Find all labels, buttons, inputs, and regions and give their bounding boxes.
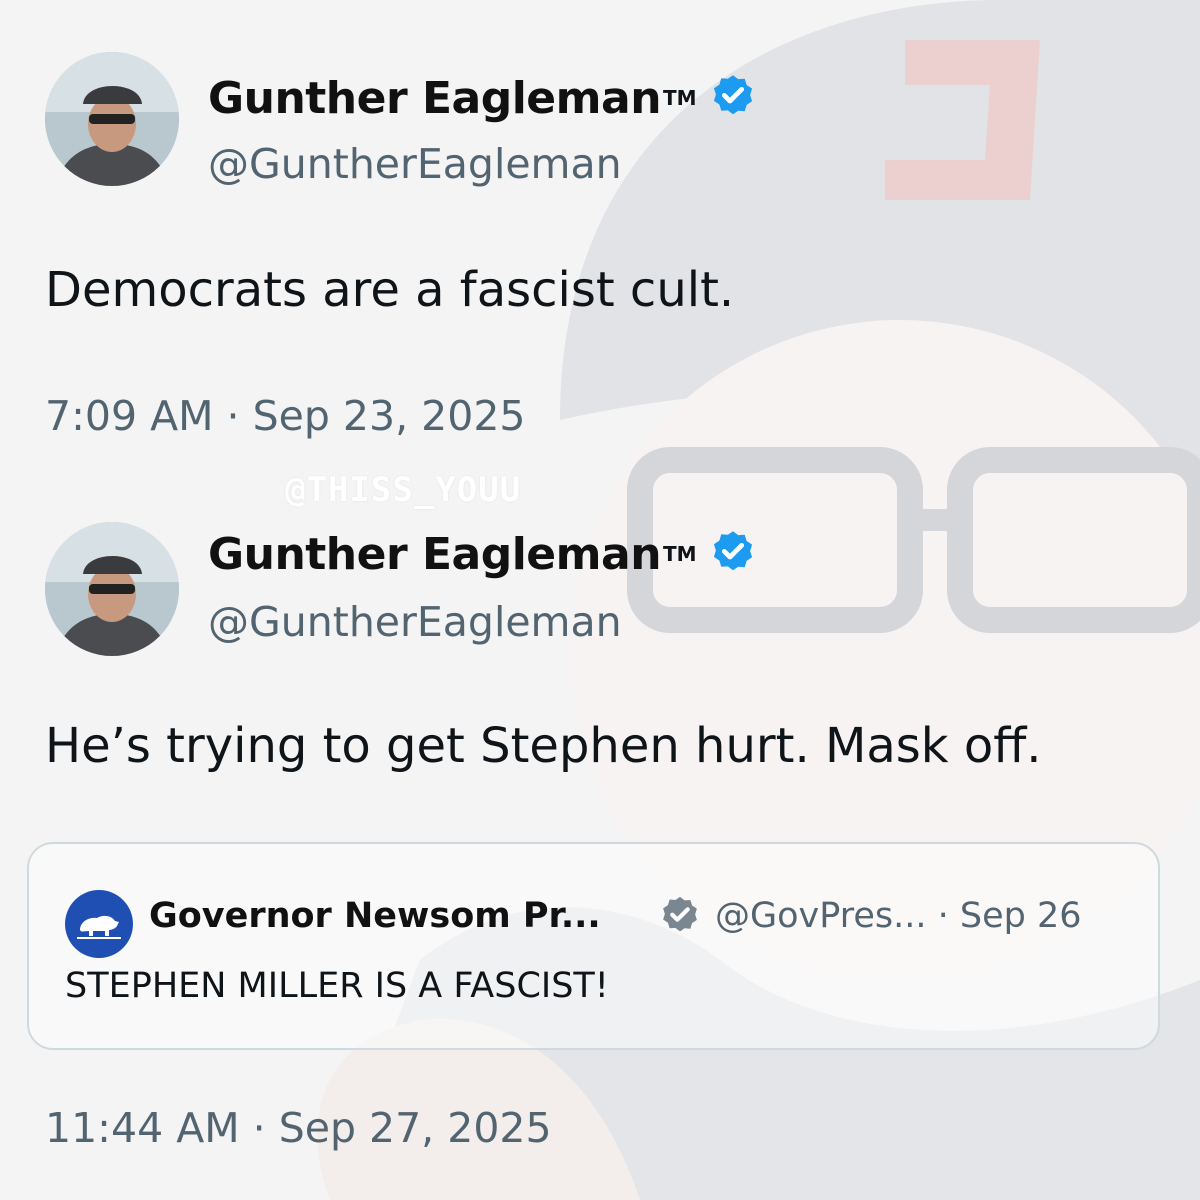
quote-avatar[interactable] <box>65 890 133 958</box>
author-row: Gunther Eagleman TM <box>208 528 759 580</box>
quote-text: STEPHEN MILLER IS A FASCIST! <box>65 966 609 1006</box>
trademark-symbol: TM <box>663 542 697 566</box>
avatar[interactable] <box>45 522 179 656</box>
tweet-timestamp[interactable]: 7:09 AM · Sep 23, 2025 <box>45 392 526 440</box>
author-name[interactable]: Gunther Eagleman <box>208 73 662 124</box>
profile-photo-icon <box>45 52 179 186</box>
tweet-text: He’s trying to get Stephen hurt. Mask of… <box>45 718 1042 774</box>
quoted-tweet[interactable]: Governor Newsom Pr... @GovPres... · Sep … <box>27 842 1160 1050</box>
author-handle[interactable]: @GuntherEagleman <box>208 598 622 646</box>
quote-handle-date[interactable]: @GovPres... · Sep 26 <box>715 896 1082 936</box>
quote-author-name[interactable]: Governor Newsom Pr... <box>149 896 601 936</box>
avatar[interactable] <box>45 52 179 186</box>
california-bear-icon <box>77 915 121 939</box>
watermark: @THISS_YOUU <box>285 470 522 510</box>
gray-verified-badge-icon <box>663 896 697 932</box>
verified-badge-icon <box>713 531 752 571</box>
author-name[interactable]: Gunther Eagleman <box>208 529 662 580</box>
trademark-symbol: TM <box>663 86 697 110</box>
tweet-text: Democrats are a fascist cult. <box>45 262 735 318</box>
tweet-timestamp[interactable]: 11:44 AM · Sep 27, 2025 <box>45 1104 552 1152</box>
profile-photo-icon <box>45 522 179 656</box>
verified-badge-icon <box>713 75 752 115</box>
author-handle[interactable]: @GuntherEagleman <box>208 140 622 188</box>
author-row: Gunther Eagleman TM <box>208 72 759 124</box>
